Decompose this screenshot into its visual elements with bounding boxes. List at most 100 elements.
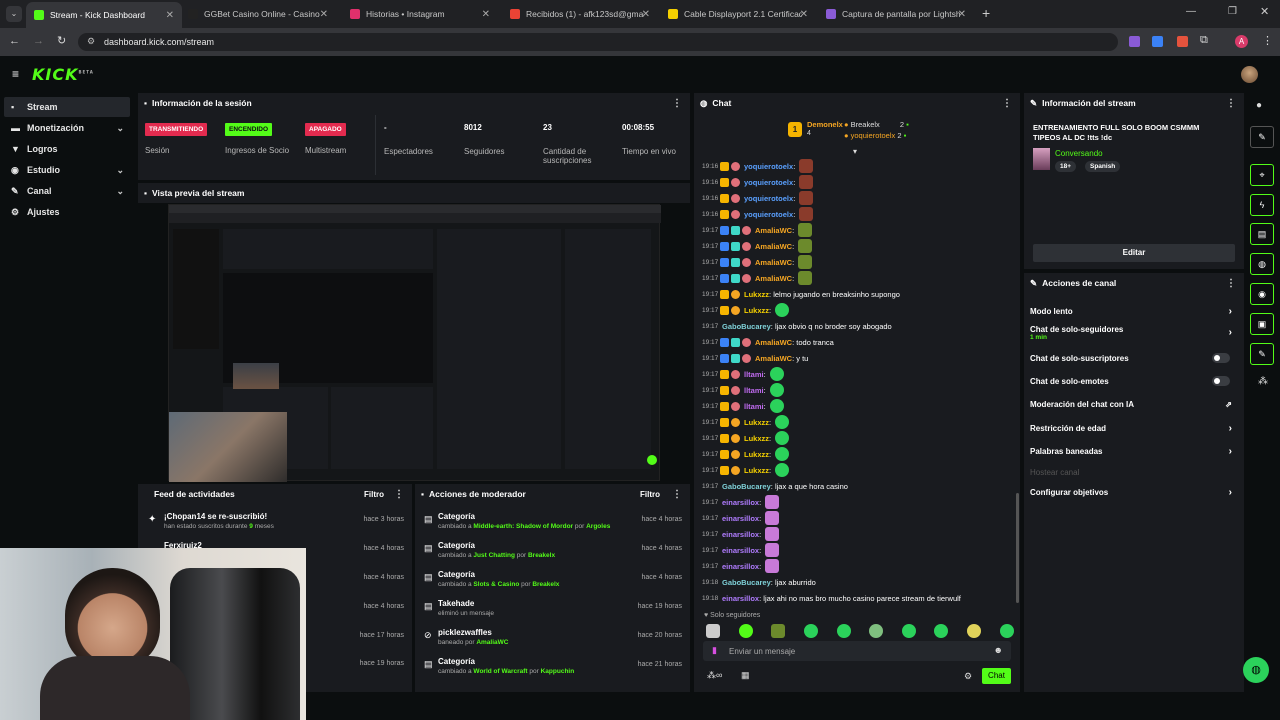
sidebar-item-canal[interactable]: ✎ Canal ⌄ bbox=[4, 181, 130, 201]
message-username[interactable]: Lukxzz bbox=[744, 434, 769, 443]
share-icon[interactable]: ⁂ bbox=[1258, 376, 1268, 387]
message-username[interactable]: einarsillox bbox=[722, 530, 759, 539]
mic-icon[interactable]: ▮ bbox=[712, 645, 717, 656]
emote-icon[interactable] bbox=[967, 624, 981, 638]
message-username[interactable]: einarsillox bbox=[722, 546, 759, 555]
tab-search-button[interactable]: ⌄ bbox=[6, 6, 22, 22]
browser-tab[interactable]: Captura de pantalla por Lightsh ✕ bbox=[818, 4, 974, 24]
panel-menu-icon[interactable]: ⋮ bbox=[394, 489, 404, 500]
close-tab-icon[interactable]: ✕ bbox=[320, 9, 328, 20]
emote-icon[interactable] bbox=[771, 624, 785, 638]
tool-camera-button[interactable]: ▣ bbox=[1250, 313, 1274, 335]
message-username[interactable]: einarsillox bbox=[722, 498, 759, 507]
reload-icon[interactable]: ↻ bbox=[57, 34, 66, 47]
gifter-name[interactable]: yoquierotoelx bbox=[851, 131, 896, 140]
message-username[interactable]: AmaliaWC bbox=[755, 242, 792, 251]
info-icon[interactable]: ● bbox=[1256, 100, 1262, 111]
message-username[interactable]: lltami bbox=[744, 402, 764, 411]
gifter-name[interactable]: Demonelx bbox=[807, 120, 843, 129]
tool-chat-button[interactable]: ◍ bbox=[1250, 253, 1274, 275]
close-tab-icon[interactable]: ✕ bbox=[958, 9, 966, 20]
message-username[interactable]: GaboBucarey bbox=[722, 482, 771, 491]
action-slow-mode[interactable]: Modo lento › bbox=[1030, 300, 1236, 322]
close-window-button[interactable]: ✕ bbox=[1260, 5, 1269, 18]
new-tab-button[interactable]: + bbox=[982, 5, 990, 21]
maximize-button[interactable]: ❐ bbox=[1228, 6, 1237, 17]
edit-button[interactable]: Editar bbox=[1033, 244, 1235, 262]
filter-button[interactable]: Filtro bbox=[640, 490, 660, 499]
close-tab-icon[interactable]: ✕ bbox=[166, 10, 174, 21]
action-ai-moderation[interactable]: Moderación del chat con IA ⇗ bbox=[1030, 393, 1236, 415]
subscribers-only-toggle[interactable] bbox=[1212, 353, 1230, 363]
site-info-icon[interactable]: ⚙ bbox=[87, 36, 95, 47]
browser-tab[interactable]: Recibidos (1) - afk123sd@gmai ✕ bbox=[502, 4, 658, 24]
close-tab-icon[interactable]: ✕ bbox=[482, 9, 490, 20]
tool-edit-button[interactable]: ✎ bbox=[1250, 126, 1274, 148]
hamburger-menu-icon[interactable]: ≡ bbox=[12, 67, 19, 81]
browser-tab[interactable]: Cable Displayport 2.1 Certificad ✕ bbox=[660, 4, 816, 24]
mod-action-target[interactable]: World of Warcraft bbox=[473, 668, 527, 675]
browser-menu-icon[interactable]: ⋮ bbox=[1262, 34, 1273, 47]
address-bar[interactable]: ⚙ dashboard.kick.com/stream bbox=[78, 33, 1118, 51]
tool-broadcast-button[interactable]: ◉ bbox=[1250, 283, 1274, 305]
mod-action-target[interactable]: AmaliaWC bbox=[476, 639, 508, 646]
emote-icon[interactable] bbox=[804, 624, 818, 638]
panel-menu-icon[interactable]: ⋮ bbox=[1002, 98, 1012, 109]
message-username[interactable]: einarsillox bbox=[722, 562, 759, 571]
user-avatar[interactable] bbox=[1241, 66, 1258, 83]
mod-action-target[interactable]: Middle-earth: Shadow of Mordor bbox=[473, 523, 573, 530]
extensions-puzzle-icon[interactable]: ⧉ bbox=[1200, 34, 1208, 47]
panel-menu-icon[interactable]: ⋮ bbox=[1226, 278, 1236, 289]
tag-badge[interactable]: 18+ bbox=[1055, 161, 1077, 172]
browser-tab[interactable]: Historias • Instagram ✕ bbox=[342, 4, 498, 24]
message-username[interactable]: GaboBucarey bbox=[722, 578, 771, 587]
message-username[interactable]: Lukxzz bbox=[744, 450, 769, 459]
sidebar-item-stream[interactable]: ▪ Stream bbox=[4, 97, 130, 117]
forward-icon[interactable]: → bbox=[33, 35, 44, 47]
panel-menu-icon[interactable]: ⋮ bbox=[672, 489, 682, 500]
message-username[interactable]: AmaliaWC bbox=[755, 274, 792, 283]
message-username[interactable]: Lukxzz bbox=[744, 418, 769, 427]
stream-video[interactable] bbox=[168, 204, 661, 482]
category-link[interactable]: Conversando bbox=[1055, 149, 1103, 158]
mod-action-target[interactable]: Slots & Casino bbox=[473, 581, 519, 588]
send-chat-button[interactable]: Chat bbox=[982, 668, 1011, 684]
kick-logo[interactable]: KICKBETA bbox=[32, 65, 94, 84]
message-username[interactable]: yoquierotoelx bbox=[744, 162, 793, 171]
message-username[interactable]: Lukxzz bbox=[744, 306, 769, 315]
pinned-icon[interactable]: ▾ bbox=[853, 147, 857, 156]
emote-icon[interactable] bbox=[739, 624, 753, 638]
emotes-only-toggle[interactable] bbox=[1212, 376, 1230, 386]
emote-icon[interactable] bbox=[1000, 624, 1014, 638]
action-subscribers-only[interactable]: Chat de solo-suscriptores bbox=[1030, 347, 1236, 369]
profile-avatar[interactable]: A bbox=[1235, 35, 1248, 48]
message-username[interactable]: AmaliaWC bbox=[755, 226, 792, 235]
mod-action-user[interactable]: Breakelx bbox=[532, 581, 559, 588]
extension-icon[interactable] bbox=[1177, 36, 1188, 47]
mod-action-user[interactable]: Breakelx bbox=[528, 552, 555, 559]
message-username[interactable]: GaboBucarey bbox=[722, 322, 771, 331]
message-username[interactable]: Lukxzz bbox=[744, 466, 769, 475]
sidebar-item-ajustes[interactable]: ⚙ Ajustes bbox=[4, 202, 130, 222]
mod-action-user[interactable]: Argoles bbox=[586, 523, 610, 530]
mod-action-target[interactable]: Just Chatting bbox=[473, 552, 515, 559]
panel-menu-icon[interactable]: ⋮ bbox=[672, 98, 682, 109]
tool-doc-button[interactable]: ▤ bbox=[1250, 223, 1274, 245]
message-username[interactable]: einarsillox bbox=[722, 514, 759, 523]
tool-wrench-button[interactable]: ✎ bbox=[1250, 343, 1274, 365]
panel-menu-icon[interactable]: ⋮ bbox=[1226, 98, 1236, 109]
message-username[interactable]: Lukxzz bbox=[744, 290, 769, 299]
action-banned-words[interactable]: Palabras baneadas › bbox=[1030, 440, 1236, 462]
close-tab-icon[interactable]: ✕ bbox=[642, 9, 650, 20]
sidebar-item-logros[interactable]: ▼ Logros bbox=[4, 139, 130, 159]
close-tab-icon[interactable]: ✕ bbox=[800, 9, 808, 20]
back-icon[interactable]: ← bbox=[9, 35, 20, 47]
mod-action-user[interactable]: Kappuchin bbox=[541, 668, 575, 675]
emote-icon[interactable] bbox=[837, 624, 851, 638]
sidebar-item-monetizacion[interactable]: ▬ Monetización ⌄ bbox=[4, 118, 130, 138]
points-icon[interactable]: ⁂∞ bbox=[707, 670, 722, 681]
tool-target-button[interactable]: ⌖ bbox=[1250, 164, 1274, 186]
message-username[interactable]: lltami bbox=[744, 370, 764, 379]
chat-input[interactable]: ▮ Enviar un mensaje ☻ bbox=[703, 641, 1011, 661]
message-username[interactable]: yoquierotoelx bbox=[744, 178, 793, 187]
